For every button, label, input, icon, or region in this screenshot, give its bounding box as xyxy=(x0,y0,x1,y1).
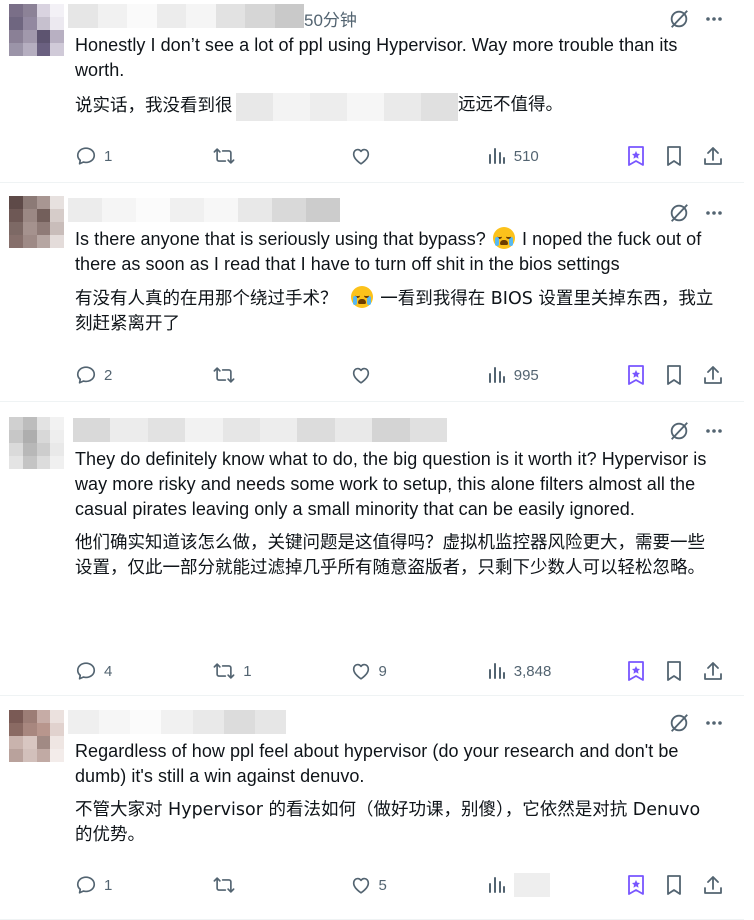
reply-count: 4 xyxy=(104,662,113,680)
grok-icon[interactable] xyxy=(668,202,690,224)
like-button[interactable]: 9 xyxy=(350,660,487,682)
reply-button[interactable]: 1 xyxy=(75,874,212,896)
views-button[interactable]: 510 xyxy=(487,146,626,166)
views-count-redacted xyxy=(513,873,550,897)
like-icon xyxy=(352,148,369,165)
reply-icon xyxy=(76,662,96,680)
repost-button[interactable]: 1 xyxy=(212,660,349,682)
repost-icon xyxy=(213,663,235,679)
views-count: 510 xyxy=(513,147,539,165)
like-icon xyxy=(352,367,369,384)
post-time[interactable]: 50分钟 xyxy=(304,6,357,31)
reply-icon xyxy=(76,147,96,165)
author-name-redacted[interactable] xyxy=(68,198,340,222)
bookmark-icon[interactable] xyxy=(664,145,684,167)
like-button[interactable] xyxy=(350,364,487,386)
reply-feed: 50分钟 Honestly I don’t see a lot of ppl u… xyxy=(0,0,744,920)
post-text-zh-end: 远远不值得。 xyxy=(458,95,563,115)
like-count: 5 xyxy=(378,876,387,894)
post-text-zh: 不管大家对 Hypervisor 的看法如何（做好功课，别傻），它依然是对抗 D… xyxy=(75,800,701,845)
reply-button[interactable]: 4 xyxy=(75,660,212,682)
more-icon[interactable] xyxy=(704,203,724,223)
reply-button[interactable]: 2 xyxy=(75,364,212,386)
reply-button[interactable]: 1 xyxy=(75,145,212,167)
reply-icon xyxy=(76,876,96,894)
repost-button[interactable] xyxy=(212,364,349,386)
grok-icon[interactable] xyxy=(668,712,690,734)
like-icon xyxy=(352,877,369,894)
author-name-redacted[interactable] xyxy=(68,710,286,734)
reply-icon xyxy=(76,366,96,384)
reply-post[interactable]: Is there anyone that is seriously using … xyxy=(0,183,744,402)
grok-bookmark-icon[interactable] xyxy=(626,660,646,682)
reply-count: 1 xyxy=(104,876,113,894)
views-icon xyxy=(488,877,505,893)
author-name-redacted[interactable] xyxy=(73,418,448,442)
repost-icon xyxy=(213,148,235,164)
views-button[interactable]: 3,848 xyxy=(487,661,626,681)
views-icon xyxy=(488,148,505,164)
bookmark-icon[interactable] xyxy=(664,874,684,896)
grok-bookmark-icon[interactable] xyxy=(626,364,646,386)
views-button[interactable] xyxy=(487,873,626,897)
repost-button[interactable] xyxy=(212,874,349,896)
views-button[interactable]: 995 xyxy=(487,365,626,385)
repost-icon xyxy=(213,367,235,383)
post-text-en: Is there anyone that is seriously using … xyxy=(75,227,702,274)
share-icon[interactable] xyxy=(702,145,724,167)
repost-button[interactable] xyxy=(212,145,349,167)
grok-icon[interactable] xyxy=(668,8,690,30)
author-name-redacted[interactable] xyxy=(68,4,304,28)
views-icon xyxy=(488,367,505,383)
reply-post[interactable]: Regardless of how ppl feel about hypervi… xyxy=(0,696,744,920)
reply-post[interactable]: 50分钟 Honestly I don’t see a lot of ppl u… xyxy=(0,0,744,183)
reply-count: 2 xyxy=(104,366,113,384)
avatar[interactable] xyxy=(9,417,64,469)
more-icon[interactable] xyxy=(704,713,724,733)
repost-count: 1 xyxy=(243,662,252,680)
grok-bookmark-icon[interactable] xyxy=(626,145,646,167)
post-text-zh: 有没有人真的在用那个绕过手术？ 一看到我得在 BIOS 设置里关掉东西，我立刻赶… xyxy=(75,286,722,337)
grok-icon[interactable] xyxy=(668,420,690,442)
crying-face-emoji xyxy=(350,286,373,308)
post-text-en: Honestly I don’t see a lot of ppl using … xyxy=(75,35,678,80)
share-icon[interactable] xyxy=(702,660,724,682)
reply-count: 1 xyxy=(104,147,113,165)
reply-post[interactable]: They do definitely know what to do, the … xyxy=(0,402,744,696)
share-icon[interactable] xyxy=(702,364,724,386)
bookmark-icon[interactable] xyxy=(664,660,684,682)
repost-icon xyxy=(213,877,235,893)
views-count: 3,848 xyxy=(513,662,552,680)
grok-bookmark-icon[interactable] xyxy=(626,874,646,896)
more-icon[interactable] xyxy=(704,9,724,29)
post-text-zh: 他们确实知道该怎么做，关键问题是这值得吗？虚拟机监控器风险更大，需要一些设置，仅… xyxy=(75,533,705,578)
avatar[interactable] xyxy=(9,4,64,56)
views-count: 995 xyxy=(513,366,539,384)
share-icon[interactable] xyxy=(702,874,724,896)
post-text-en: They do definitely know what to do, the … xyxy=(75,449,707,519)
avatar[interactable] xyxy=(9,196,64,248)
avatar[interactable] xyxy=(9,710,64,762)
crying-face-emoji xyxy=(492,227,515,249)
like-button[interactable] xyxy=(350,145,487,167)
like-button[interactable]: 5 xyxy=(350,874,487,896)
post-text-en: Regardless of how ppl feel about hypervi… xyxy=(75,741,679,786)
like-icon xyxy=(352,663,369,680)
views-icon xyxy=(488,663,505,679)
bookmark-icon[interactable] xyxy=(664,364,684,386)
more-icon[interactable] xyxy=(704,421,724,441)
redacted-text-block xyxy=(236,93,458,121)
like-count: 9 xyxy=(378,662,387,680)
post-text-zh-start: 说实话，我没看到很 xyxy=(75,96,233,116)
